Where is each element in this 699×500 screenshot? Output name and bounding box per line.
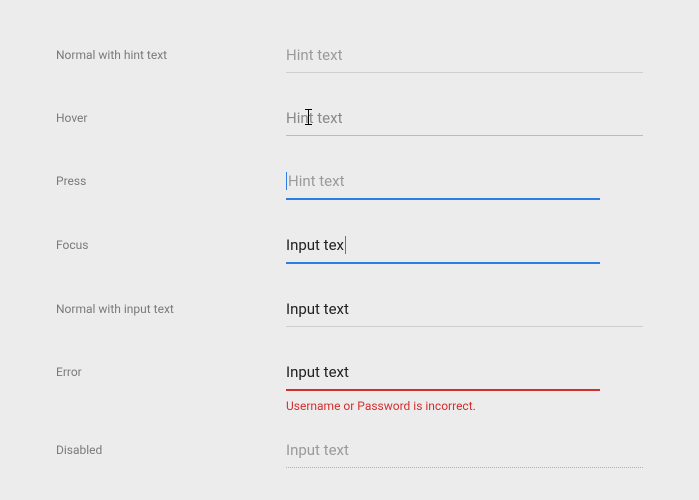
text-input-normal-filled[interactable]: Input text xyxy=(286,292,643,326)
field-wrap: Input text Username or Password is incor… xyxy=(286,355,643,413)
field-wrap: Hint text xyxy=(286,38,643,73)
field-row-focus: Focus Input tex xyxy=(56,228,643,264)
field-row-normal-hint: Normal with hint text Hint text xyxy=(56,38,643,73)
text-input-hover[interactable]: Hint text xyxy=(286,101,643,135)
field-wrap: Input text xyxy=(286,292,643,327)
input-underline xyxy=(286,326,643,327)
text-input-focus[interactable]: Input tex xyxy=(286,228,643,262)
input-underline xyxy=(286,262,600,264)
input-underline xyxy=(286,467,643,468)
placeholder-text: Hint text xyxy=(286,109,342,127)
input-underline xyxy=(286,389,600,391)
field-wrap: Input text xyxy=(286,433,643,468)
placeholder-text: Hint text xyxy=(288,172,344,190)
input-underline xyxy=(286,198,600,200)
text-input-press[interactable]: Hint text xyxy=(286,164,643,198)
input-value: Input tex xyxy=(286,236,344,254)
input-value: Input text xyxy=(286,300,349,318)
input-underline xyxy=(286,135,643,136)
field-wrap: Hint text xyxy=(286,164,643,200)
text-caret-icon xyxy=(286,172,287,190)
text-caret-icon xyxy=(345,236,346,254)
field-wrap: Input tex xyxy=(286,228,643,264)
field-row-normal-input: Normal with input text Input text xyxy=(56,292,643,327)
field-row-disabled: Disabled Input text xyxy=(56,433,643,468)
state-label: Hover xyxy=(56,101,286,125)
state-label: Focus xyxy=(56,228,286,252)
state-label: Press xyxy=(56,164,286,188)
field-wrap: Hint text xyxy=(286,101,643,136)
input-underline xyxy=(286,72,643,73)
input-value: Input text xyxy=(286,441,349,459)
field-row-error: Error Input text Username or Password is… xyxy=(56,355,643,413)
text-input-disabled: Input text xyxy=(286,433,643,467)
state-label: Error xyxy=(56,355,286,379)
state-label: Normal with input text xyxy=(56,292,286,316)
state-label: Normal with hint text xyxy=(56,38,286,62)
text-input-error[interactable]: Input text xyxy=(286,355,643,389)
text-input-normal[interactable]: Hint text xyxy=(286,38,643,72)
state-label: Disabled xyxy=(56,433,286,457)
input-value: Input text xyxy=(286,363,349,381)
field-row-hover: Hover Hint text xyxy=(56,101,643,136)
field-row-press: Press Hint text xyxy=(56,164,643,200)
placeholder-text: Hint text xyxy=(286,46,342,64)
error-message: Username or Password is incorrect. xyxy=(286,399,643,413)
